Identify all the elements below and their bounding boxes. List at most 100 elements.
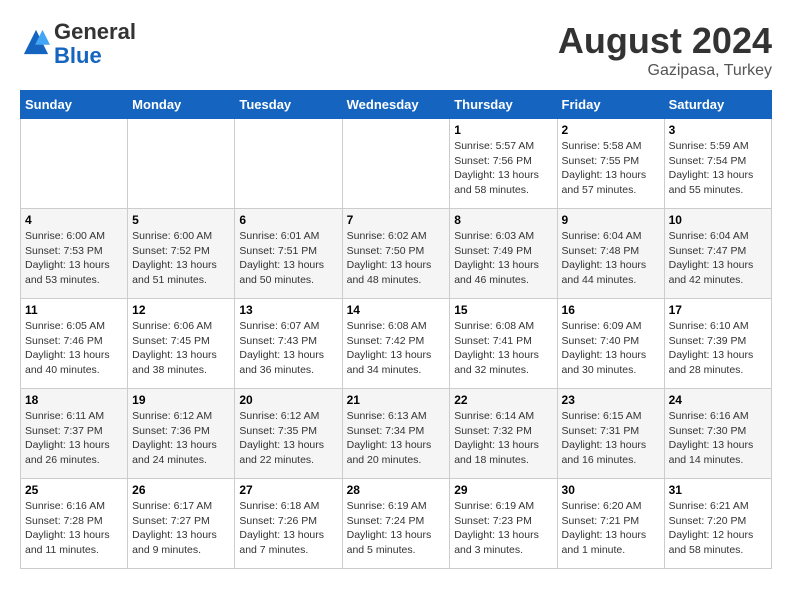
day-info: Sunrise: 6:17 AMSunset: 7:27 PMDaylight:… — [132, 499, 230, 558]
day-info: Sunrise: 6:04 AMSunset: 7:48 PMDaylight:… — [562, 229, 660, 288]
calendar-cell: 20 Sunrise: 6:12 AMSunset: 7:35 PMDayligh… — [235, 389, 342, 479]
calendar-cell: 23 Sunrise: 6:15 AMSunset: 7:31 PMDayligh… — [557, 389, 664, 479]
day-number: 14 — [347, 303, 446, 317]
day-info: Sunrise: 6:19 AMSunset: 7:24 PMDaylight:… — [347, 499, 446, 558]
day-number: 29 — [454, 483, 552, 497]
calendar-cell: 4 Sunrise: 6:00 AMSunset: 7:53 PMDaylight… — [21, 209, 128, 299]
day-info: Sunrise: 6:21 AMSunset: 7:20 PMDaylight:… — [669, 499, 767, 558]
day-info: Sunrise: 5:57 AMSunset: 7:56 PMDaylight:… — [454, 139, 552, 198]
day-number: 24 — [669, 393, 767, 407]
week-row-2: 4 Sunrise: 6:00 AMSunset: 7:53 PMDaylight… — [21, 209, 772, 299]
day-info: Sunrise: 6:10 AMSunset: 7:39 PMDaylight:… — [669, 319, 767, 378]
day-number: 1 — [454, 123, 552, 137]
day-info: Sunrise: 6:18 AMSunset: 7:26 PMDaylight:… — [239, 499, 337, 558]
day-info: Sunrise: 6:14 AMSunset: 7:32 PMDaylight:… — [454, 409, 552, 468]
weekday-header-friday: Friday — [557, 91, 664, 119]
day-info: Sunrise: 6:13 AMSunset: 7:34 PMDaylight:… — [347, 409, 446, 468]
page-header: General Blue August 2024 Gazipasa, Turke… — [20, 20, 772, 80]
calendar-table: SundayMondayTuesdayWednesdayThursdayFrid… — [20, 90, 772, 569]
day-info: Sunrise: 6:00 AMSunset: 7:52 PMDaylight:… — [132, 229, 230, 288]
day-number: 22 — [454, 393, 552, 407]
day-number: 11 — [25, 303, 123, 317]
day-number: 12 — [132, 303, 230, 317]
month-title: August 2024 — [558, 20, 772, 62]
day-info: Sunrise: 6:08 AMSunset: 7:41 PMDaylight:… — [454, 319, 552, 378]
calendar-cell: 26 Sunrise: 6:17 AMSunset: 7:27 PMDayligh… — [128, 479, 235, 569]
day-number: 13 — [239, 303, 337, 317]
calendar-cell: 3 Sunrise: 5:59 AMSunset: 7:54 PMDaylight… — [664, 119, 771, 209]
calendar-cell: 12 Sunrise: 6:06 AMSunset: 7:45 PMDayligh… — [128, 299, 235, 389]
calendar-cell: 17 Sunrise: 6:10 AMSunset: 7:39 PMDayligh… — [664, 299, 771, 389]
day-info: Sunrise: 6:12 AMSunset: 7:36 PMDaylight:… — [132, 409, 230, 468]
logo: General Blue — [20, 20, 136, 68]
calendar-cell — [235, 119, 342, 209]
weekday-header-tuesday: Tuesday — [235, 91, 342, 119]
calendar-cell: 31Sunrise: 6:21 AMSunset: 7:20 PMDayligh… — [664, 479, 771, 569]
weekday-header-row: SundayMondayTuesdayWednesdayThursdayFrid… — [21, 91, 772, 119]
day-number: 4 — [25, 213, 123, 227]
calendar-cell: 14 Sunrise: 6:08 AMSunset: 7:42 PMDayligh… — [342, 299, 450, 389]
day-info: Sunrise: 6:16 AMSunset: 7:28 PMDaylight:… — [25, 499, 123, 558]
calendar-cell: 9 Sunrise: 6:04 AMSunset: 7:48 PMDaylight… — [557, 209, 664, 299]
calendar-cell: 16Sunrise: 6:09 AMSunset: 7:40 PMDayligh… — [557, 299, 664, 389]
day-number: 17 — [669, 303, 767, 317]
day-number: 5 — [132, 213, 230, 227]
weekday-header-sunday: Sunday — [21, 91, 128, 119]
day-info: Sunrise: 6:06 AMSunset: 7:45 PMDaylight:… — [132, 319, 230, 378]
calendar-cell: 8 Sunrise: 6:03 AMSunset: 7:49 PMDaylight… — [450, 209, 557, 299]
calendar-cell: 30 Sunrise: 6:20 AMSunset: 7:21 PMDayligh… — [557, 479, 664, 569]
calendar-cell: 27 Sunrise: 6:18 AMSunset: 7:26 PMDayligh… — [235, 479, 342, 569]
weekday-header-monday: Monday — [128, 91, 235, 119]
day-number: 7 — [347, 213, 446, 227]
calendar-cell: 2Sunrise: 5:58 AMSunset: 7:55 PMDaylight… — [557, 119, 664, 209]
calendar-cell: 15 Sunrise: 6:08 AMSunset: 7:41 PMDayligh… — [450, 299, 557, 389]
day-info: Sunrise: 5:59 AMSunset: 7:54 PMDaylight:… — [669, 139, 767, 198]
calendar-cell: 21Sunrise: 6:13 AMSunset: 7:34 PMDayligh… — [342, 389, 450, 479]
day-number: 19 — [132, 393, 230, 407]
day-number: 6 — [239, 213, 337, 227]
day-info: Sunrise: 6:16 AMSunset: 7:30 PMDaylight:… — [669, 409, 767, 468]
day-number: 10 — [669, 213, 767, 227]
day-info: Sunrise: 6:05 AMSunset: 7:46 PMDaylight:… — [25, 319, 123, 378]
weekday-header-wednesday: Wednesday — [342, 91, 450, 119]
day-number: 3 — [669, 123, 767, 137]
day-number: 16 — [562, 303, 660, 317]
day-number: 25 — [25, 483, 123, 497]
calendar-cell: 19 Sunrise: 6:12 AMSunset: 7:36 PMDayligh… — [128, 389, 235, 479]
day-info: Sunrise: 6:00 AMSunset: 7:53 PMDaylight:… — [25, 229, 123, 288]
calendar-cell: 10Sunrise: 6:04 AMSunset: 7:47 PMDayligh… — [664, 209, 771, 299]
day-number: 9 — [562, 213, 660, 227]
day-info: Sunrise: 6:12 AMSunset: 7:35 PMDaylight:… — [239, 409, 337, 468]
day-info: Sunrise: 6:19 AMSunset: 7:23 PMDaylight:… — [454, 499, 552, 558]
day-number: 23 — [562, 393, 660, 407]
calendar-cell — [342, 119, 450, 209]
day-number: 15 — [454, 303, 552, 317]
calendar-cell: 28 Sunrise: 6:19 AMSunset: 7:24 PMDayligh… — [342, 479, 450, 569]
day-number: 26 — [132, 483, 230, 497]
day-number: 8 — [454, 213, 552, 227]
day-number: 2 — [562, 123, 660, 137]
day-info: Sunrise: 6:08 AMSunset: 7:42 PMDaylight:… — [347, 319, 446, 378]
day-number: 20 — [239, 393, 337, 407]
weekday-header-thursday: Thursday — [450, 91, 557, 119]
calendar-cell: 25 Sunrise: 6:16 AMSunset: 7:28 PMDayligh… — [21, 479, 128, 569]
day-number: 30 — [562, 483, 660, 497]
day-info: Sunrise: 6:03 AMSunset: 7:49 PMDaylight:… — [454, 229, 552, 288]
week-row-4: 18Sunrise: 6:11 AMSunset: 7:37 PMDayligh… — [21, 389, 772, 479]
calendar-cell: 22 Sunrise: 6:14 AMSunset: 7:32 PMDayligh… — [450, 389, 557, 479]
week-row-5: 25 Sunrise: 6:16 AMSunset: 7:28 PMDayligh… — [21, 479, 772, 569]
day-info: Sunrise: 6:20 AMSunset: 7:21 PMDaylight:… — [562, 499, 660, 558]
calendar-cell: 5 Sunrise: 6:00 AMSunset: 7:52 PMDaylight… — [128, 209, 235, 299]
day-info: Sunrise: 6:15 AMSunset: 7:31 PMDaylight:… — [562, 409, 660, 468]
week-row-3: 11 Sunrise: 6:05 AMSunset: 7:46 PMDayligh… — [21, 299, 772, 389]
title-block: August 2024 Gazipasa, Turkey — [558, 20, 772, 80]
calendar-cell — [128, 119, 235, 209]
day-number: 28 — [347, 483, 446, 497]
day-info: Sunrise: 6:07 AMSunset: 7:43 PMDaylight:… — [239, 319, 337, 378]
calendar-cell: 7Sunrise: 6:02 AMSunset: 7:50 PMDaylight… — [342, 209, 450, 299]
calendar-cell: 6Sunrise: 6:01 AMSunset: 7:51 PMDaylight… — [235, 209, 342, 299]
calendar-cell: 18Sunrise: 6:11 AMSunset: 7:37 PMDayligh… — [21, 389, 128, 479]
day-info: Sunrise: 6:11 AMSunset: 7:37 PMDaylight:… — [25, 409, 123, 468]
day-number: 27 — [239, 483, 337, 497]
calendar-cell: 1 Sunrise: 5:57 AMSunset: 7:56 PMDaylight… — [450, 119, 557, 209]
